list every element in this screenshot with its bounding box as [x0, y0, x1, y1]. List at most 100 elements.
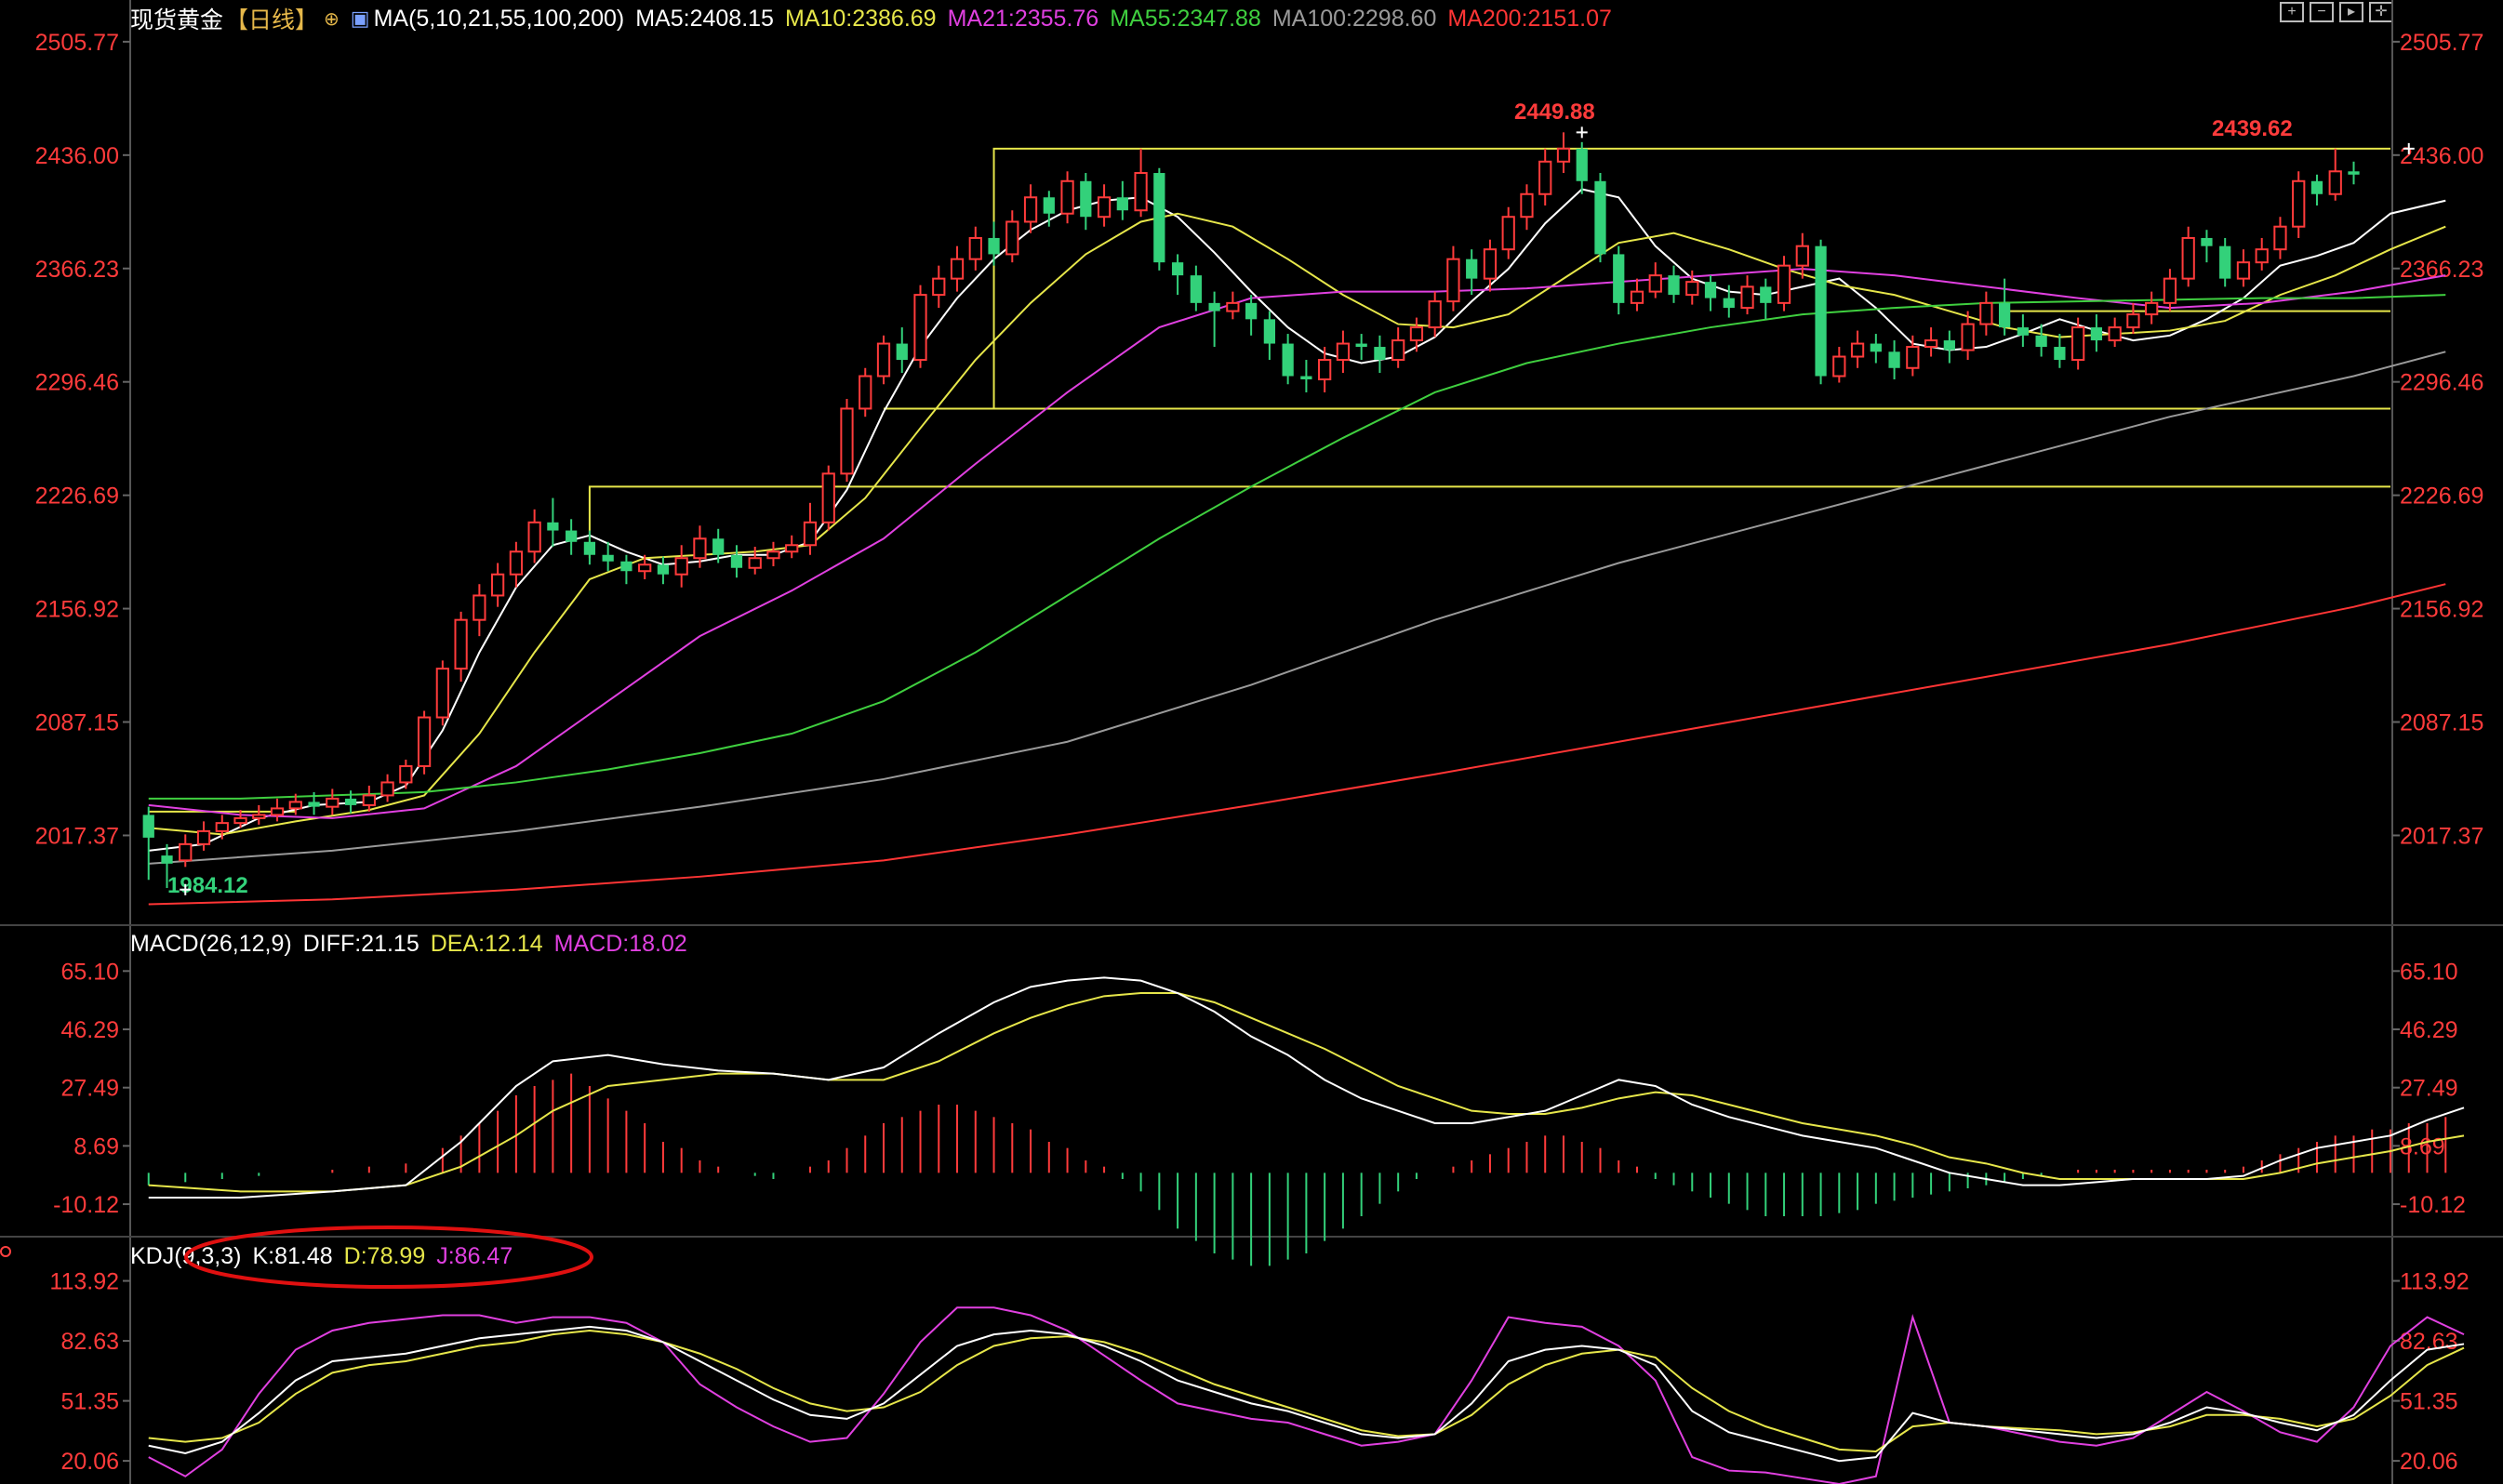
candle-up — [1446, 258, 1460, 303]
y-tick-label-left: -10.12 — [53, 1192, 119, 1218]
price-annotations: 2449.88 2439.62 1984.12 — [167, 99, 2415, 898]
candle-down — [1208, 302, 1220, 311]
candle-up — [473, 594, 486, 621]
candle-up — [2181, 236, 2195, 280]
candle-up — [2328, 170, 2342, 195]
candle-down — [1466, 258, 1478, 279]
y-tick-label-left: 2505.77 — [35, 30, 119, 56]
candle-down — [2054, 347, 2066, 361]
y-tick-label-left: 46.29 — [60, 1017, 119, 1043]
y-tick-label-left: 2017.37 — [35, 823, 119, 849]
high2-price-label: 2439.62 — [2212, 116, 2293, 141]
y-tick-label-left: 51.35 — [60, 1389, 119, 1415]
candle-up — [1648, 274, 1662, 293]
candle-up — [785, 544, 799, 553]
candle-down — [1668, 275, 1680, 296]
candle-down — [1080, 180, 1092, 218]
candle-up — [1795, 245, 1809, 267]
candle-up — [1630, 290, 1644, 304]
y-tick-label-left: 2087.15 — [35, 710, 119, 736]
y-tick-label-left: 82.63 — [60, 1329, 119, 1355]
candle-up — [1428, 300, 1442, 329]
candle-down — [2219, 245, 2231, 279]
candle-up — [803, 521, 818, 547]
candle-up — [1832, 355, 1846, 378]
candle-up — [913, 294, 927, 362]
candle-up — [509, 550, 524, 576]
chart-canvas[interactable]: 2505.77 2505.77 2436.00 2436.00 2366.23 2366.… — [0, 0, 2503, 1484]
ma21-line — [148, 268, 2446, 819]
candle-up — [2292, 179, 2306, 228]
y-tick-label-left: 65.10 — [60, 959, 119, 985]
candle-up — [1556, 147, 1571, 163]
candle-down — [1355, 343, 1367, 348]
candle-down — [1594, 180, 1606, 255]
candle-down — [344, 798, 357, 805]
candle-down — [712, 538, 725, 555]
y-tick-label-right: 113.92 — [2400, 1269, 2470, 1295]
candle-down — [730, 554, 743, 568]
candle-up — [1740, 285, 1754, 310]
candle-up — [1391, 339, 1405, 362]
candle-up — [1060, 179, 1074, 215]
y-tick-label-right: 2156.92 — [2400, 597, 2483, 623]
candle-up — [693, 537, 707, 560]
candle-down — [2090, 327, 2103, 341]
candle-up — [2108, 326, 2122, 342]
candle-up — [1483, 248, 1498, 280]
candle-down — [1282, 343, 1294, 377]
extreme-marker-icon — [1576, 126, 1588, 139]
candle-down — [1613, 254, 1625, 303]
ma10-line — [148, 212, 2446, 836]
candle-down — [1704, 282, 1717, 298]
candle-up — [490, 573, 505, 597]
candle-down — [2017, 327, 2030, 336]
candle-up — [399, 764, 413, 784]
candle-up — [435, 668, 449, 719]
candle-up — [215, 822, 229, 832]
y-tick-label-left: 2156.92 — [35, 597, 119, 623]
candle-down — [657, 564, 670, 575]
candle-up — [252, 814, 266, 819]
y-tick-label-right: 27.49 — [2400, 1076, 2458, 1102]
candle-down — [1888, 351, 1900, 368]
candle-up — [1850, 342, 1865, 358]
y-tick-label-right: 20.06 — [2400, 1449, 2458, 1475]
candle-up — [179, 842, 193, 862]
candle-down — [142, 815, 154, 838]
candle-up — [362, 794, 376, 806]
ma55-line — [148, 294, 2446, 800]
candle-up — [1685, 281, 1699, 297]
kdj-j-line — [148, 1306, 2465, 1484]
y-tick-label-right: 2505.77 — [2400, 30, 2483, 56]
candle-up — [766, 550, 780, 560]
candle-down — [1153, 173, 1165, 263]
candle-up — [270, 807, 285, 816]
candle-up — [638, 563, 652, 573]
macd-panel — [147, 976, 2465, 1266]
y-tick-label-right: 46.29 — [2400, 1017, 2458, 1043]
support-line-2 — [588, 485, 2390, 559]
candle-up — [876, 342, 891, 378]
candle-down — [583, 541, 596, 555]
candle-up — [527, 521, 541, 553]
candle-down — [1043, 197, 1055, 214]
candle-down — [1723, 298, 1735, 309]
candle-up — [1134, 172, 1148, 212]
candle-up — [2273, 225, 2287, 251]
candle-up — [2071, 326, 2085, 362]
low-price-label: 1984.12 — [167, 873, 248, 898]
candle-up — [1005, 220, 1019, 256]
ma200-line — [148, 583, 2446, 906]
candle-down — [2348, 171, 2360, 175]
candle-down — [1171, 262, 1184, 276]
candle-down — [1190, 275, 1202, 303]
candle-up — [196, 829, 211, 845]
candle-up — [288, 801, 302, 810]
y-tick-label-right: 51.35 — [2400, 1389, 2458, 1415]
candle-up — [2163, 277, 2177, 304]
candle-up — [932, 277, 946, 297]
candlesticks — [142, 132, 2360, 889]
candle-up — [2255, 248, 2269, 264]
ma100-line — [148, 351, 2446, 865]
